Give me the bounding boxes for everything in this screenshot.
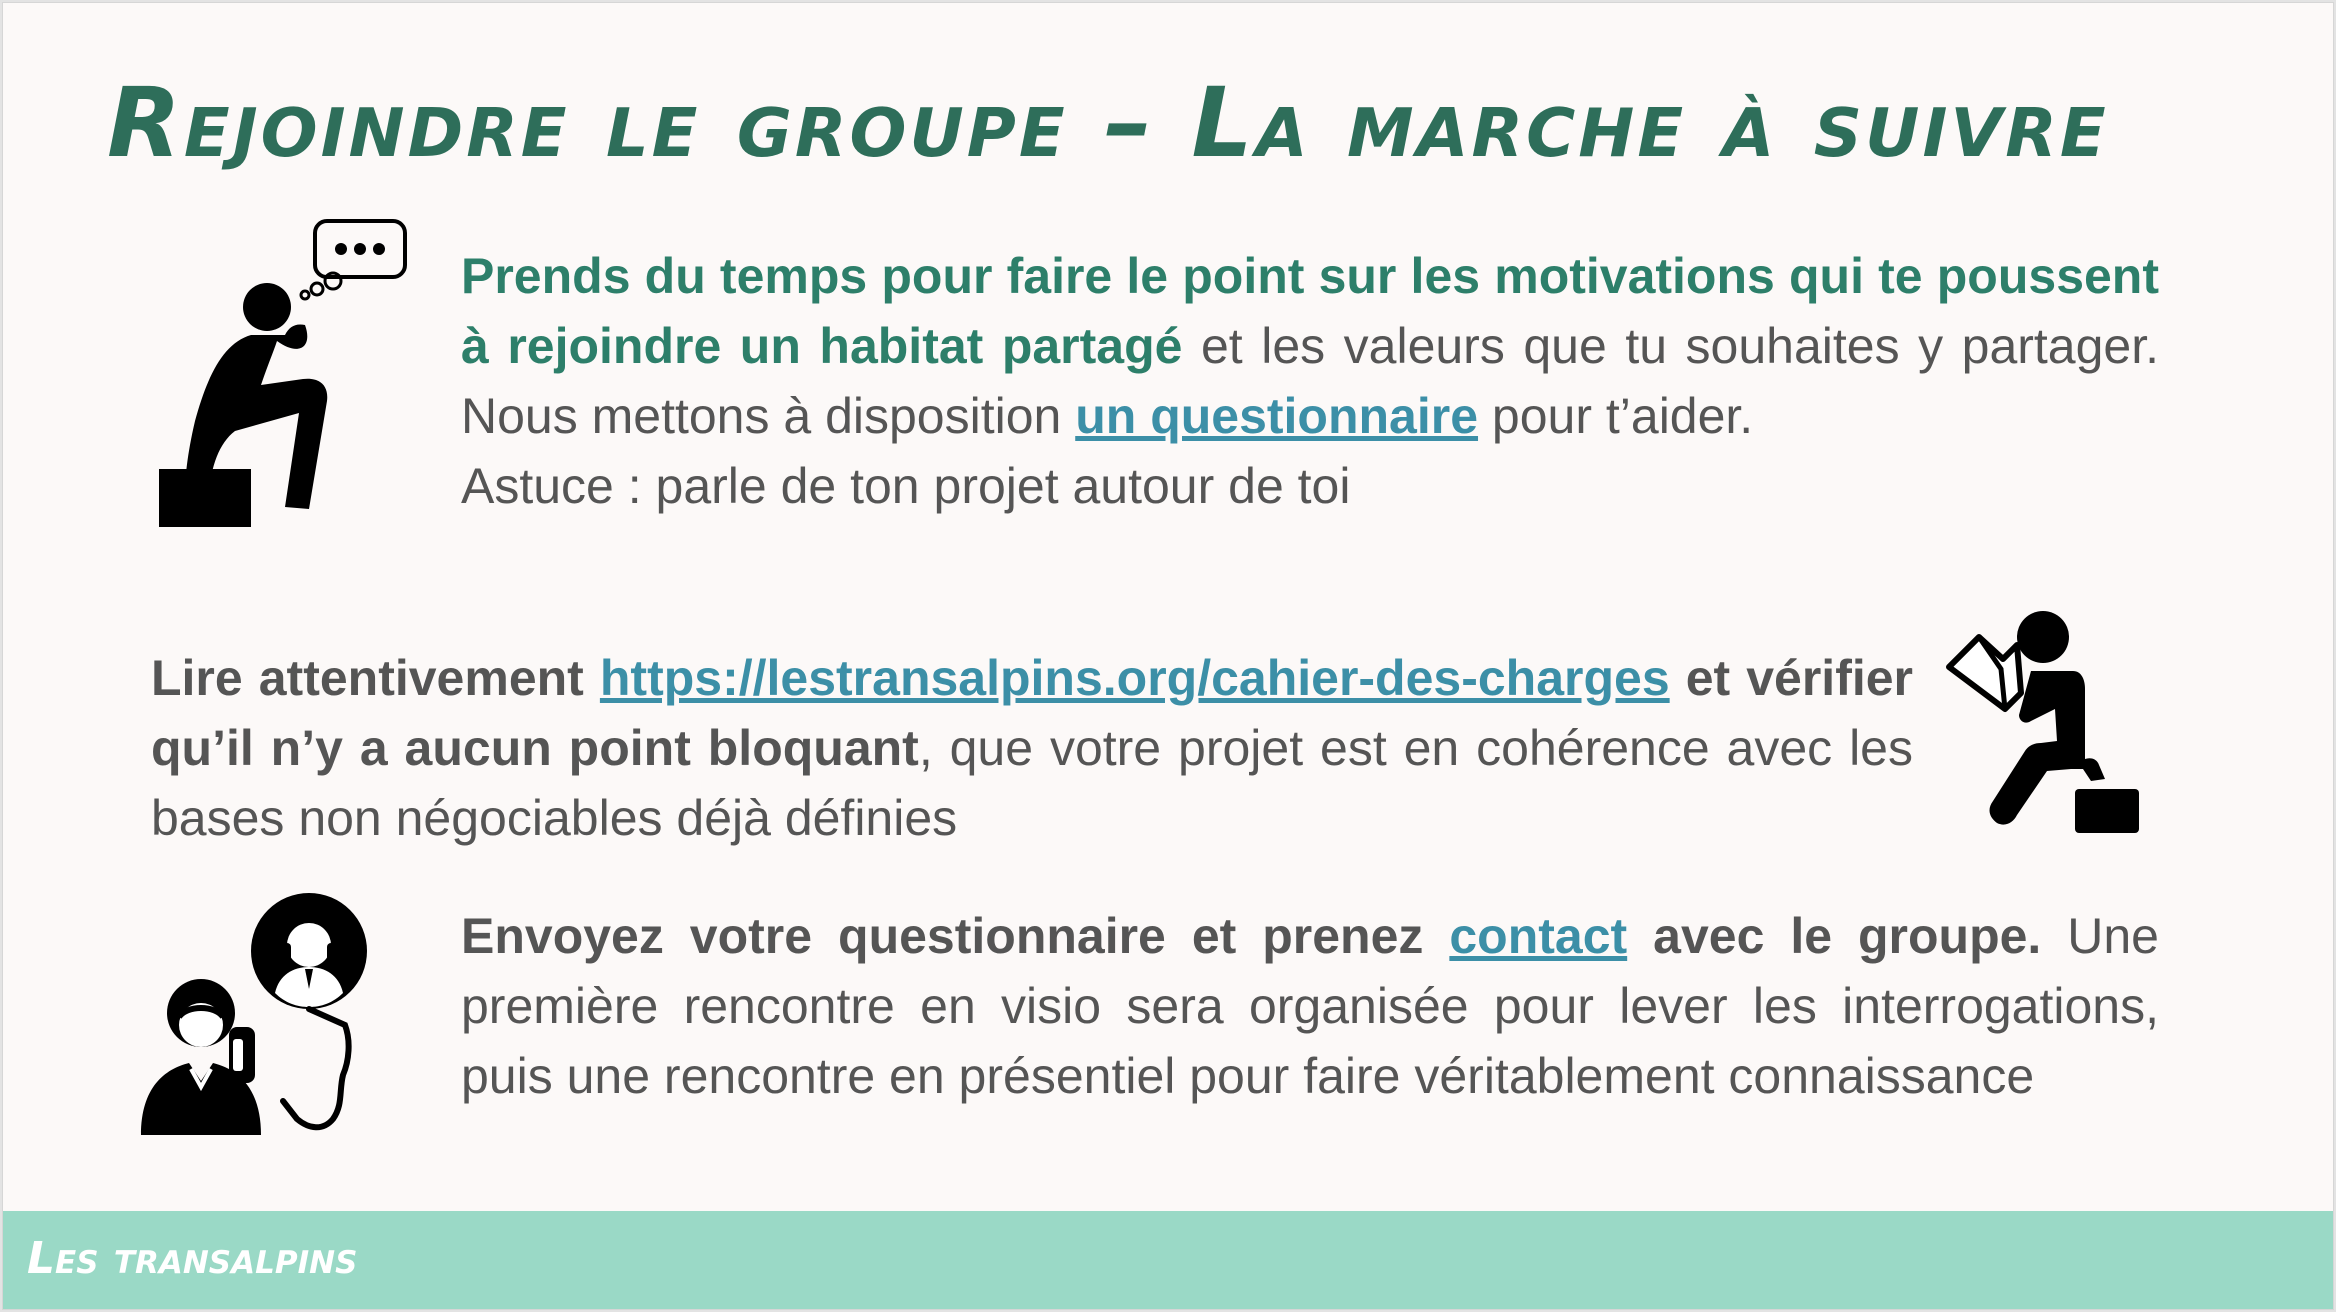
thinking-person-icon bbox=[159, 219, 407, 527]
footer-band: Les transalpins bbox=[3, 1211, 2333, 1309]
slide-title: Rejoindre le groupe – La marche à suivre bbox=[107, 67, 2109, 179]
step3-bold-lead: Envoyez votre questionnaire et prenez bbox=[461, 908, 1424, 964]
step2-text: Lire attentivement https://lestransalpin… bbox=[151, 643, 1913, 853]
reading-person-icon bbox=[1946, 611, 2139, 833]
step1-text-after-link: pour t’aider. bbox=[1478, 388, 1754, 444]
step3-text: Envoyez votre questionnaire et prenez co… bbox=[461, 901, 2159, 1111]
slide: Rejoindre le groupe – La marche à suivre… bbox=[2, 2, 2334, 1310]
step1-tip: Astuce : parle de ton projet autour de t… bbox=[461, 458, 1351, 514]
video-call-icon bbox=[141, 893, 367, 1135]
cahier-des-charges-link[interactable]: https://lestransalpins.org/cahier-des-ch… bbox=[600, 650, 1670, 706]
step2-bold-lead: Lire attentivement bbox=[151, 650, 584, 706]
questionnaire-link[interactable]: un questionnaire bbox=[1075, 388, 1478, 444]
contact-link[interactable]: contact bbox=[1449, 908, 1627, 964]
step3-bold-after-link: avec le groupe. bbox=[1653, 908, 2042, 964]
step1-text: Prends du temps pour faire le point sur … bbox=[461, 241, 2159, 521]
footer-brand: Les transalpins bbox=[27, 1233, 358, 1284]
